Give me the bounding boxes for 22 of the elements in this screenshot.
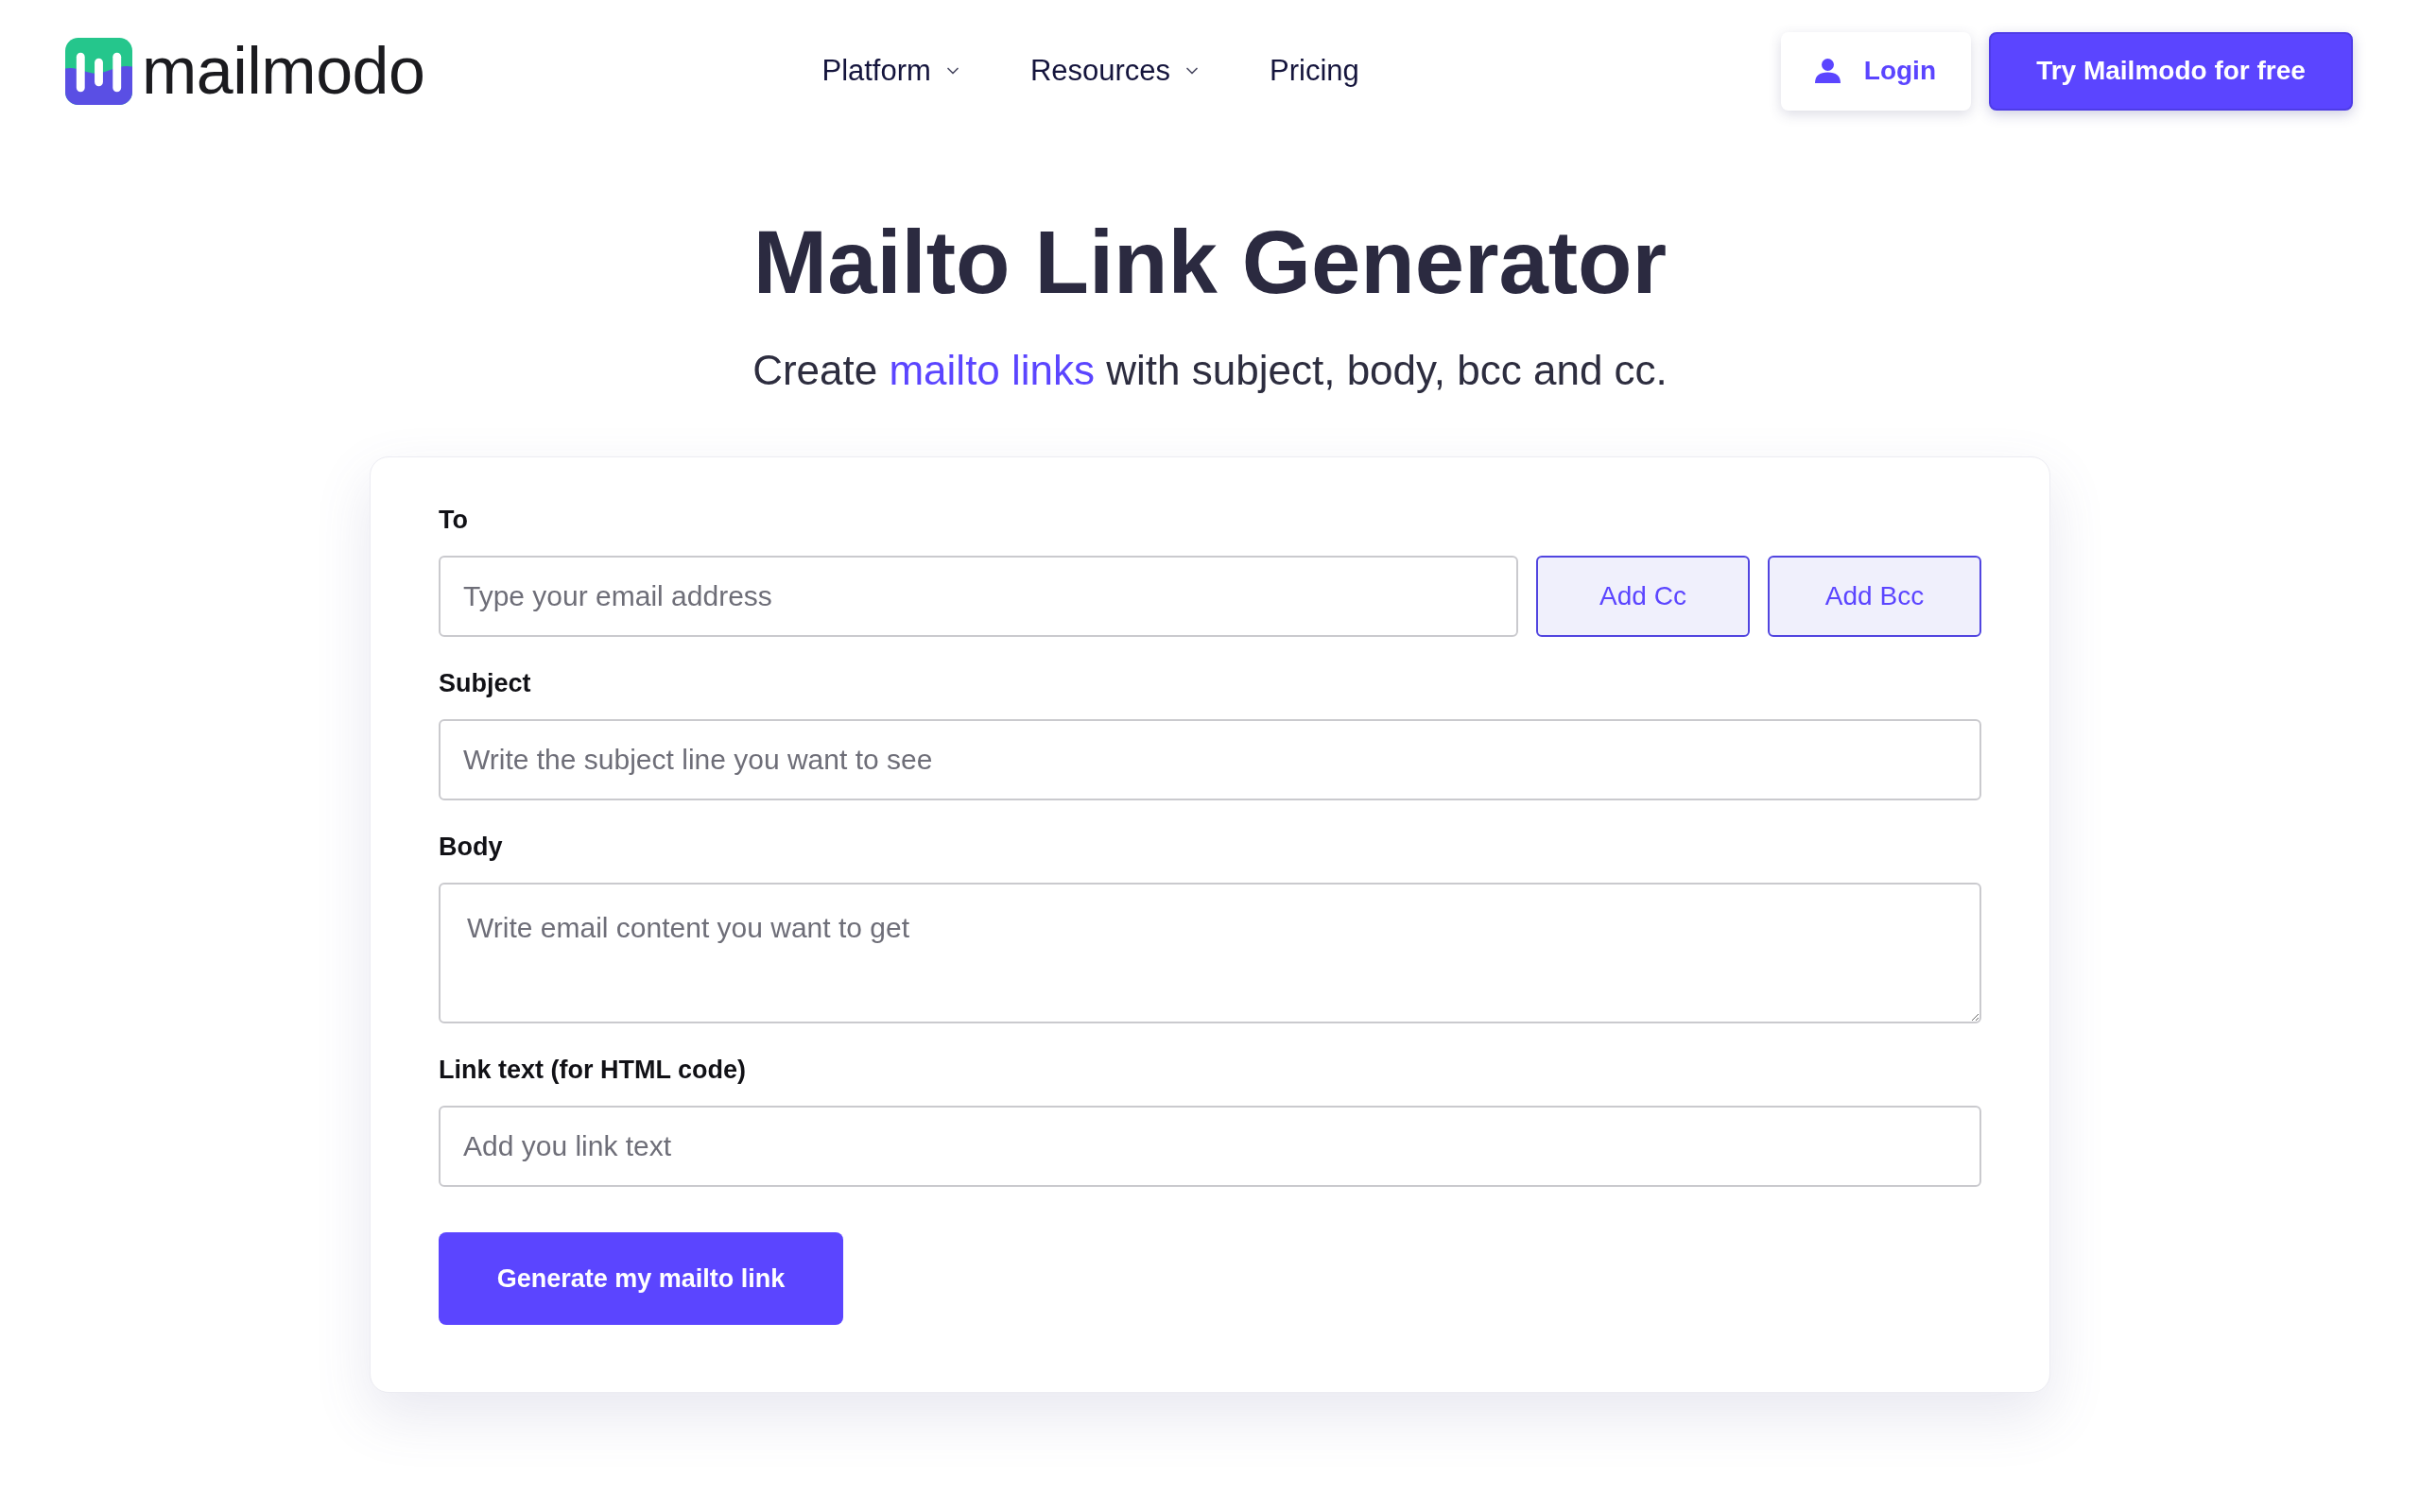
try-free-button[interactable]: Try Mailmodo for free — [1989, 31, 2353, 111]
add-recipient-button[interactable]: Add Bcc — [1768, 556, 1981, 637]
logo-wordmark: mailmodo — [142, 33, 425, 109]
nav-link[interactable]: Platform — [821, 52, 962, 90]
generate-button[interactable]: Generate my mailto link — [439, 1232, 843, 1325]
page-subtitle: Create mailto links with subject, body, bcc and cc. — [752, 348, 1668, 393]
field-label: To — [439, 505, 468, 535]
logo-icon — [65, 37, 132, 105]
mailto-links-link[interactable]: mailto links — [889, 347, 1096, 393]
login-button[interactable]: Login — [1780, 31, 1971, 111]
user-icon — [1814, 59, 1841, 83]
nav-link[interactable]: Resources — [1029, 52, 1202, 90]
textarea-field[interactable]: Write email content you want to get — [439, 883, 1981, 1023]
page-title: Mailto Link Generator — [752, 212, 1668, 314]
nav-link[interactable]: Pricing — [1270, 52, 1359, 90]
input-field[interactable]: Write the subject line you want to see — [439, 719, 1981, 800]
field-label: Body — [439, 832, 503, 862]
input-field[interactable]: Type your email address — [439, 556, 1518, 637]
add-recipient-button[interactable]: Add Cc — [1536, 556, 1750, 637]
field-label: Subject — [439, 668, 531, 698]
input-field[interactable]: Add you link text — [439, 1106, 1981, 1187]
field-label: Link text (for HTML code) — [439, 1055, 746, 1085]
